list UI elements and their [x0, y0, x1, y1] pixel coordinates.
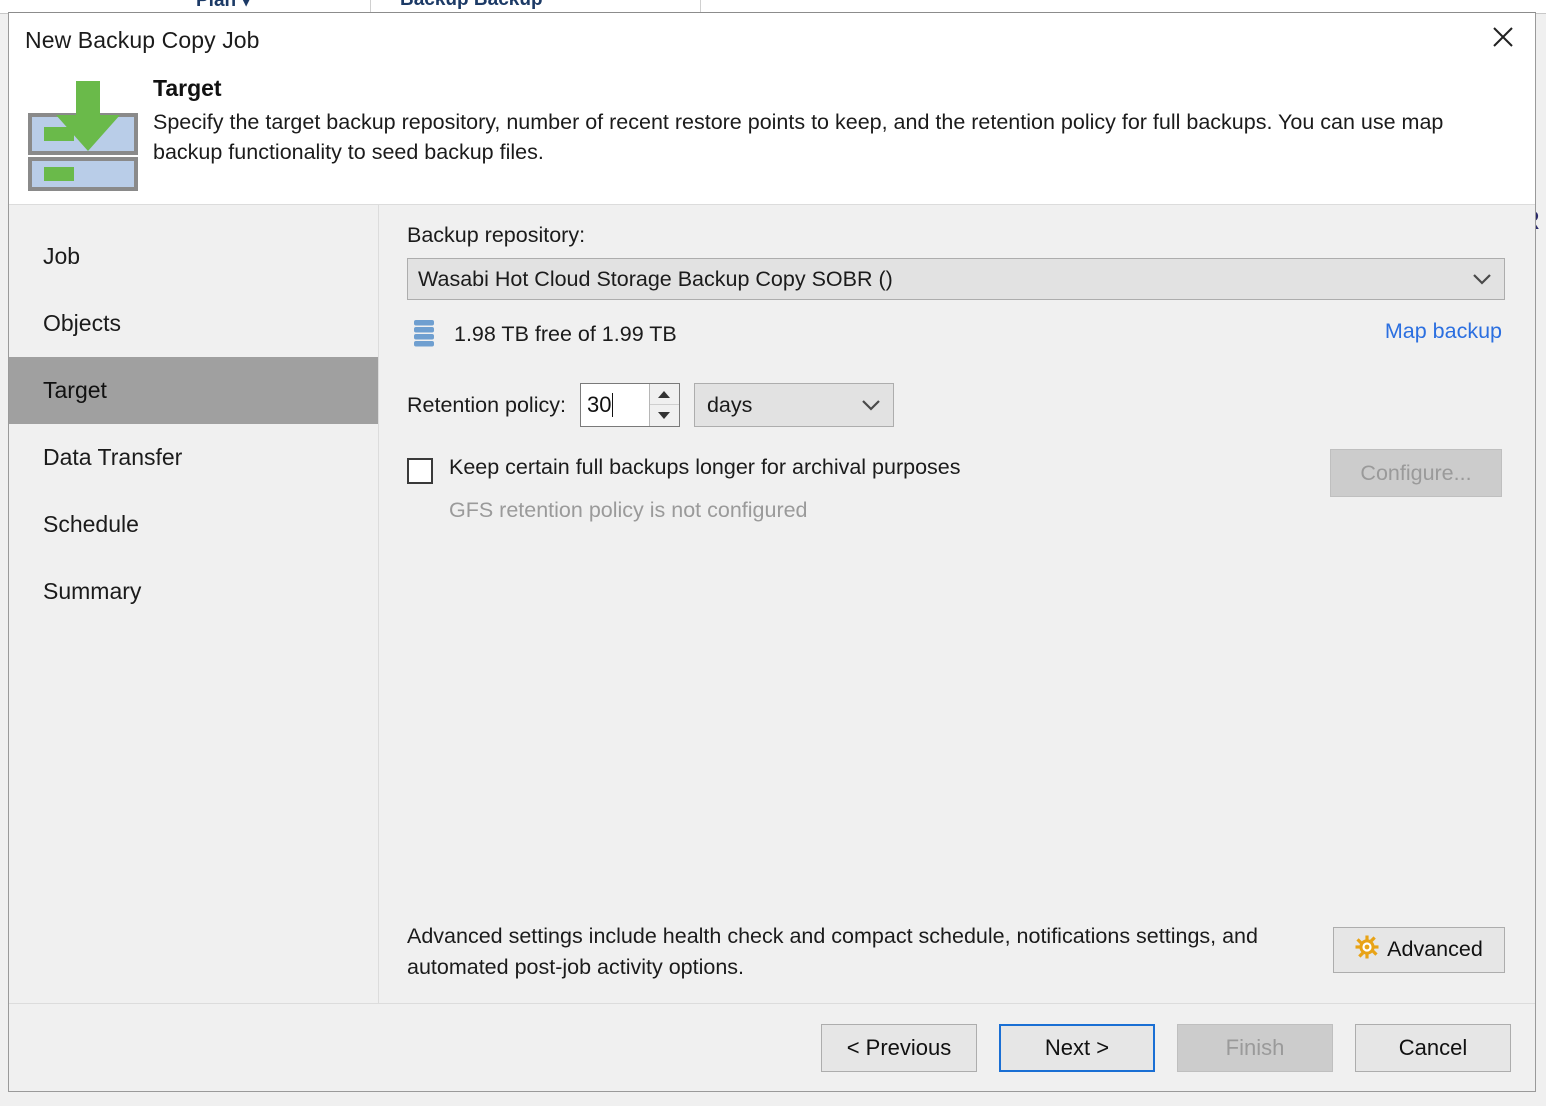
sidebar-item-summary[interactable]: Summary: [9, 558, 378, 625]
sidebar-item-label: Target: [43, 377, 107, 403]
chevron-down-icon: [849, 398, 893, 412]
sidebar-item-schedule[interactable]: Schedule: [9, 491, 378, 558]
advanced-settings-block: Advanced settings include health check a…: [407, 921, 1505, 983]
dialog-header-text: Target Specify the target backup reposit…: [153, 75, 1505, 167]
chevron-down-icon: [1460, 259, 1504, 299]
gfs-status-note: GFS retention policy is not configured: [449, 498, 808, 522]
configure-gfs-button-label: Configure...: [1360, 460, 1472, 485]
backup-repository-label: Backup repository:: [407, 223, 586, 247]
sidebar-item-label: Schedule: [43, 511, 139, 537]
stepper-down-icon[interactable]: [649, 405, 679, 426]
database-stack-icon: [412, 319, 436, 349]
sidebar-item-label: Objects: [43, 310, 121, 336]
page-title: Target: [153, 75, 222, 101]
gear-icon: [1355, 935, 1379, 965]
retention-value-input-wrapper[interactable]: 30: [581, 384, 649, 426]
backup-repository-select[interactable]: Wasabi Hot Cloud Storage Backup Copy SOB…: [407, 258, 1505, 300]
previous-button[interactable]: < Previous: [821, 1023, 977, 1072]
background-ribbon-fragment-plan: Plan ▾: [196, 0, 251, 11]
advanced-settings-description: Advanced settings include health check a…: [407, 923, 1258, 979]
next-button-label: Next >: [1044, 1034, 1110, 1060]
wizard-step-sidebar: Job Objects Target Data Transfer Schedul…: [9, 205, 379, 1003]
cancel-button-label: Cancel: [1398, 1034, 1468, 1060]
target-settings-panel: Backup repository: Wasabi Hot Cloud Stor…: [379, 205, 1535, 1003]
retention-unit-select[interactable]: days: [693, 383, 894, 427]
finish-button: Finish: [1177, 1023, 1333, 1072]
gfs-archival-checkbox[interactable]: [407, 458, 433, 484]
page-description: Specify the target backup repository, nu…: [153, 110, 1444, 164]
repository-capacity-row: 1.98 TB free of 1.99 TB Map backup: [407, 316, 1505, 352]
dialog-footer: < Previous Next > Finish Cancel: [9, 1003, 1535, 1091]
dialog-body: Job Objects Target Data Transfer Schedul…: [9, 205, 1535, 1003]
retention-value-stepper[interactable]: 30: [579, 383, 680, 427]
cancel-button[interactable]: Cancel: [1355, 1023, 1511, 1072]
repository-free-space: 1.98 TB free of 1.99 TB: [454, 321, 677, 346]
dialog-titlebar: New Backup Copy Job: [9, 13, 1535, 65]
advanced-button-label: Advanced: [1387, 937, 1483, 962]
retention-policy-row: Retention policy: 30 days: [407, 383, 1505, 427]
new-backup-copy-job-dialog: New Backup Copy Job Target Specify the t…: [8, 12, 1536, 1092]
sidebar-item-label: Summary: [43, 578, 142, 604]
next-button[interactable]: Next >: [999, 1023, 1155, 1072]
advanced-button[interactable]: Advanced: [1333, 926, 1505, 973]
sidebar-item-label: Job: [43, 243, 81, 269]
sidebar-item-label: Data Transfer: [43, 444, 183, 470]
sidebar-item-job[interactable]: Job: [9, 223, 378, 290]
text-caret: [612, 393, 614, 417]
dialog-title: New Backup Copy Job: [25, 27, 260, 53]
finish-button-label: Finish: [1225, 1034, 1285, 1060]
sidebar-item-target[interactable]: Target: [9, 357, 378, 424]
background-ribbon-fragment-backup: Backup Backup: [400, 0, 543, 11]
retention-policy-label: Retention policy:: [407, 392, 566, 417]
previous-button-label: < Previous: [846, 1034, 952, 1060]
map-backup-link[interactable]: Map backup: [1385, 319, 1502, 344]
backup-target-repository-icon: [24, 79, 144, 191]
configure-gfs-button: Configure...: [1330, 449, 1502, 497]
dialog-header: Target Specify the target backup reposit…: [9, 65, 1535, 205]
retention-unit-value: days: [706, 392, 753, 417]
gfs-archival-label[interactable]: Keep certain full backups longer for arc…: [449, 455, 961, 480]
sidebar-item-data-transfer[interactable]: Data Transfer: [9, 424, 378, 491]
close-icon[interactable]: [1471, 13, 1535, 61]
stepper-buttons: [648, 384, 679, 426]
stepper-up-icon[interactable]: [649, 384, 679, 405]
retention-value: 30: [586, 392, 612, 417]
sidebar-item-objects[interactable]: Objects: [9, 290, 378, 357]
gfs-archival-row: Keep certain full backups longer for arc…: [407, 449, 1505, 497]
backup-repository-selected-value: Wasabi Hot Cloud Storage Backup Copy SOB…: [418, 266, 893, 291]
